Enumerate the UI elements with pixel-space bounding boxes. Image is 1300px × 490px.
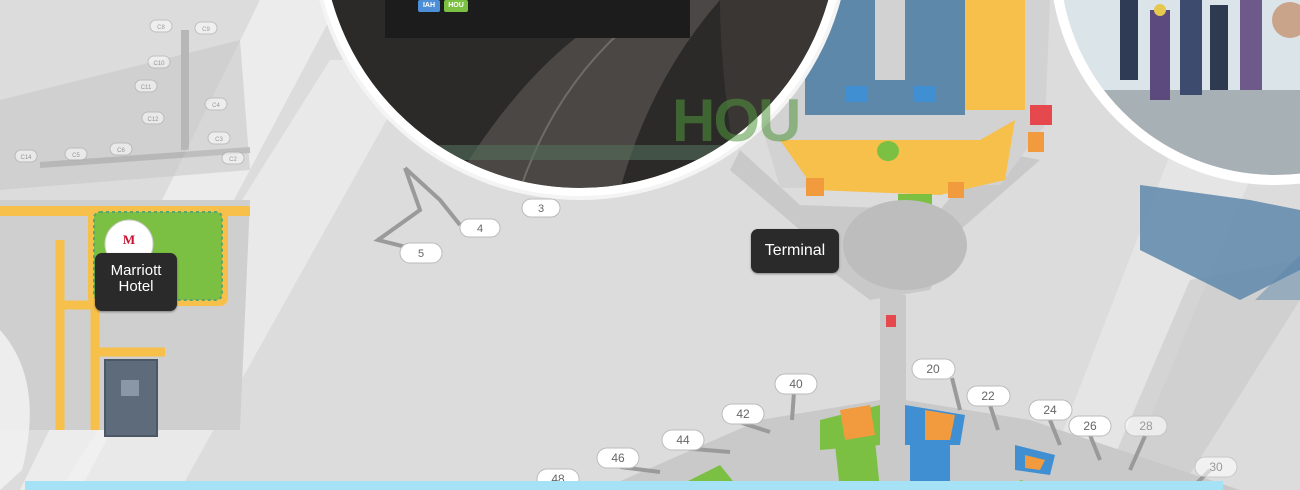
gate-label-w2[interactable]: C9 [202,27,210,33]
hotel-label-line1: Marriott [110,262,162,279]
gate-label-w10[interactable]: C5 [72,153,80,159]
hou-watermark: HOU [672,87,801,154]
bottom-accent-bar [25,481,1223,490]
gate-label-w4[interactable]: C11 [141,85,152,91]
marriott-complex: M MARRIOTT [0,200,250,437]
gate-26-label: 26 [1083,419,1097,433]
gate-label-w7[interactable]: C3 [215,137,223,143]
marriott-logo-icon: M [123,232,135,247]
iah-badge: IAH [418,0,440,12]
gate-28-label: 28 [1139,419,1153,433]
gate-46-label: 46 [611,451,625,465]
gate-20-label: 20 [926,362,940,376]
gate-label-w3[interactable]: C10 [153,61,165,67]
gate-3-label: 3 [538,203,544,215]
gate-label-w1[interactable]: C8 [157,25,165,31]
gate-label-w11[interactable]: C14 [20,155,32,161]
airport-map[interactable]: C8 C9 C10 C11 C12 C4 C3 C2 C6 C5 C14 M 3… [0,0,1300,490]
gate-24-label: 24 [1043,403,1057,417]
gate-5-label: 5 [418,248,424,260]
gate-44-label: 44 [676,433,690,447]
gate-label-w5[interactable]: C12 [147,117,159,123]
gate-42-label: 42 [736,407,750,421]
gate-label-w9[interactable]: C6 [117,148,125,154]
gate-40-label: 40 [789,377,803,391]
hotel-label-line2: Hotel [118,278,154,295]
hou-badge: HOU [444,0,468,12]
gate-label-w6[interactable]: C4 [212,103,220,109]
gate-label-w8[interactable]: C2 [229,157,237,163]
gate-4-label: 4 [477,223,483,235]
terminal-label[interactable]: Terminal [751,229,839,273]
marriott-hotel-label[interactable]: Marriott Hotel [95,253,177,311]
map-canvas[interactable]: C8 C9 C10 C11 C12 C4 C3 C2 C6 C5 C14 M 3… [0,0,1300,490]
gate-30-label: 30 [1209,460,1223,474]
parking-garage [104,359,158,437]
gate-22-label: 22 [981,389,995,403]
